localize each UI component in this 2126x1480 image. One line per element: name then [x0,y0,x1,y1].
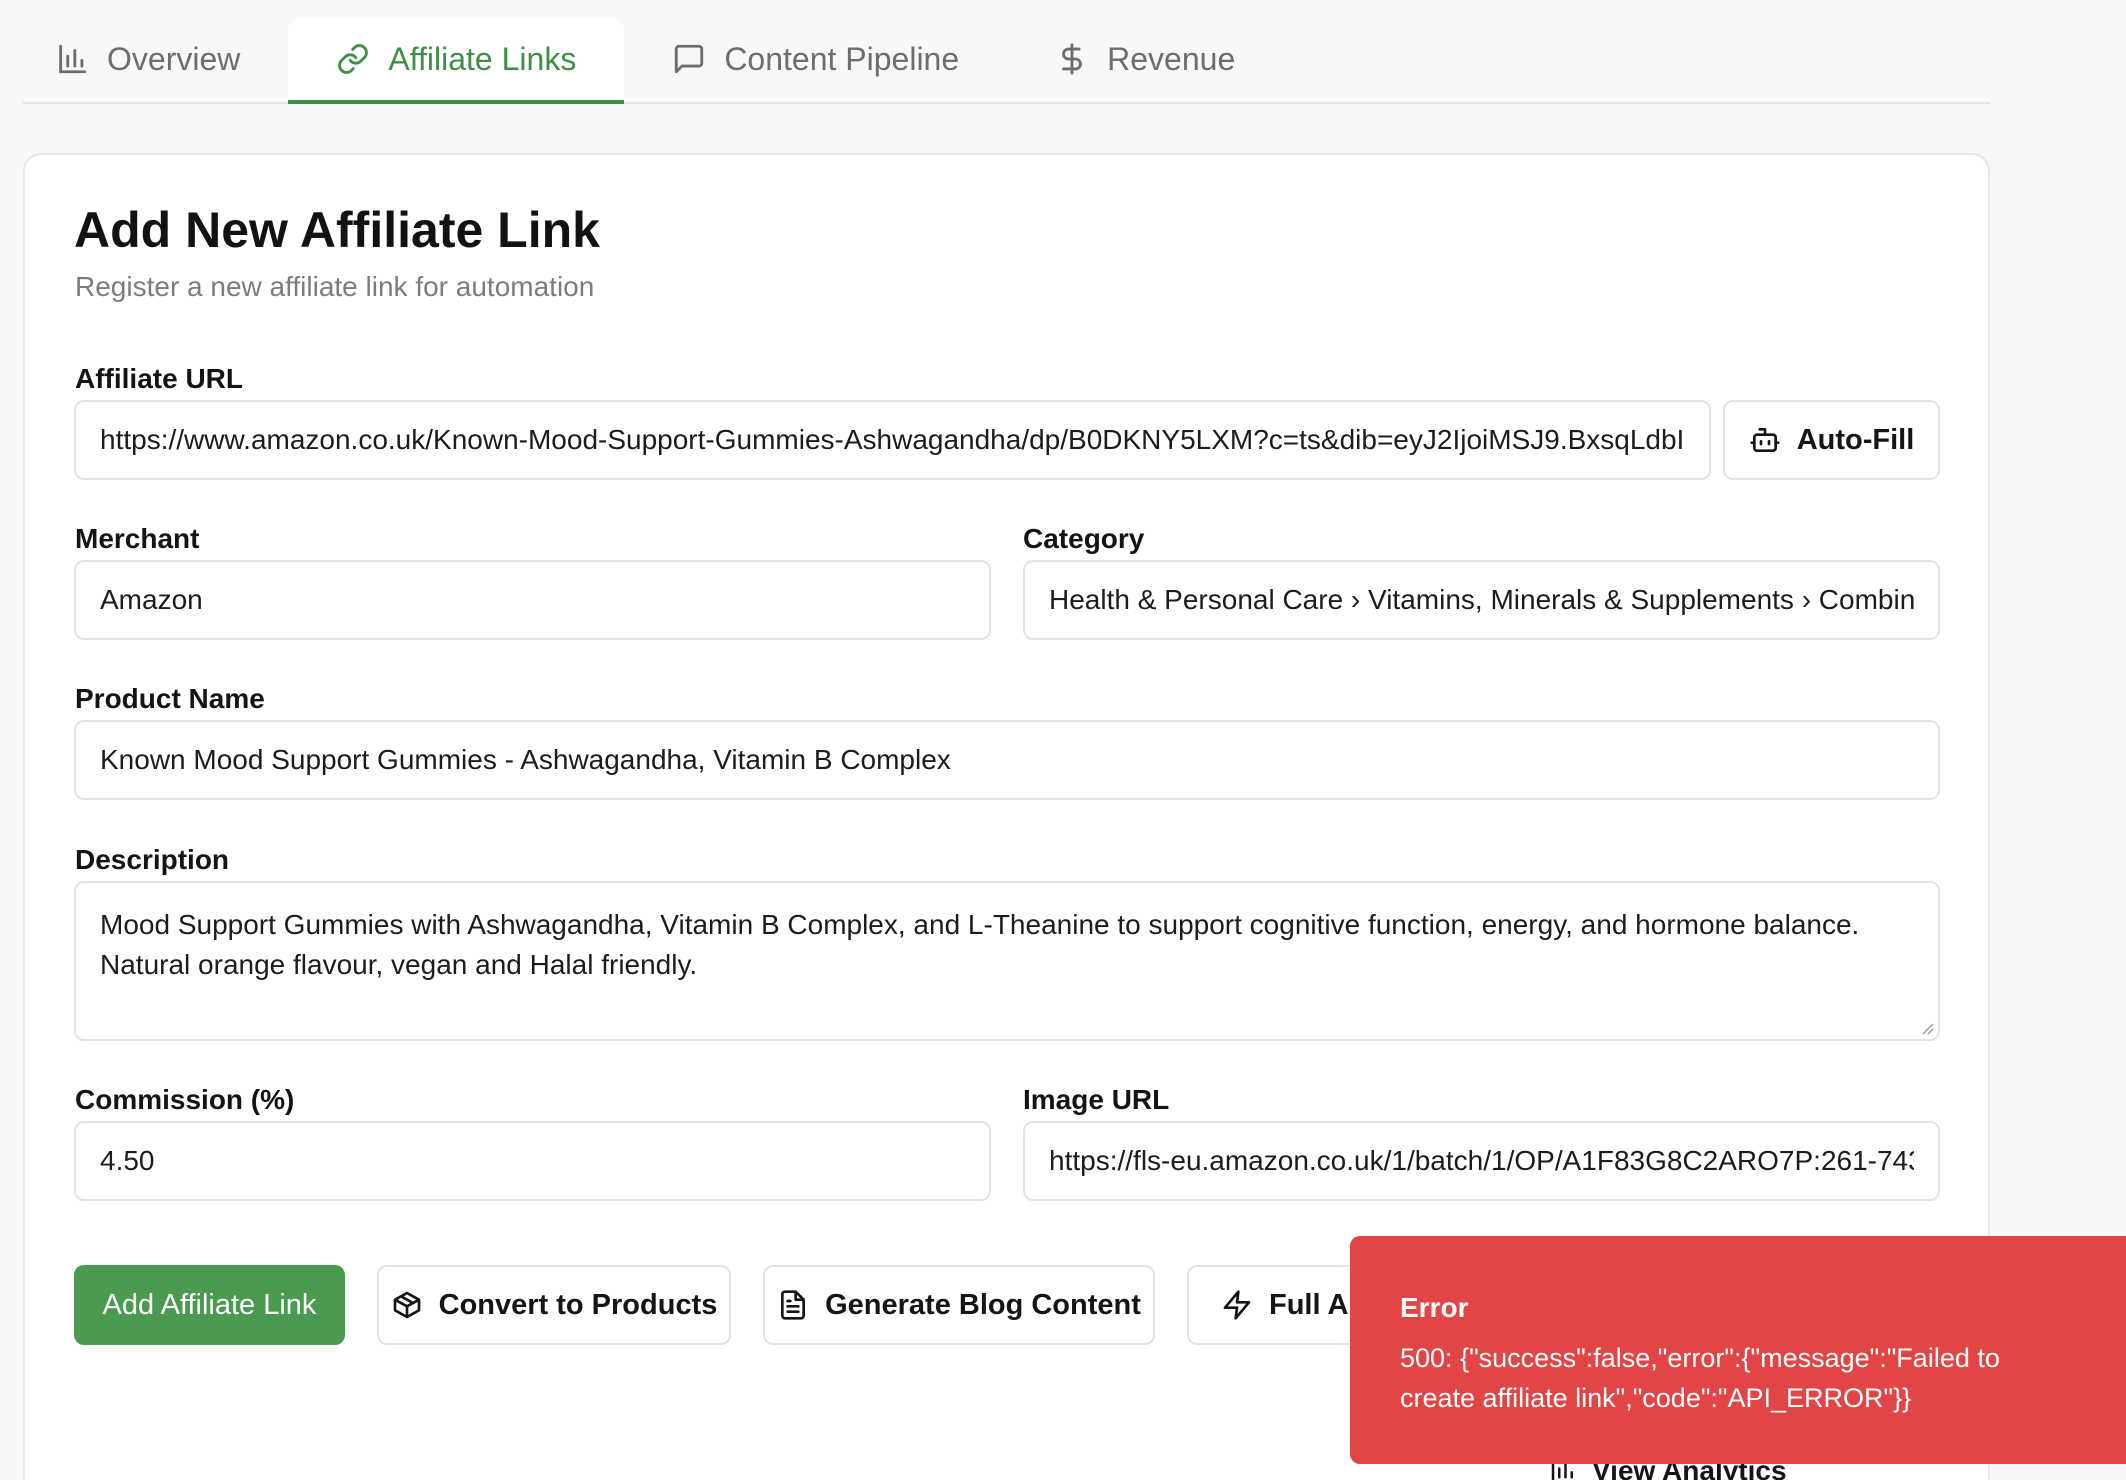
toast-message: 500: {"success":false,"error":{"message"… [1400,1343,2000,1413]
error-toast[interactable]: Error 500: {"success":false,"error":{"me… [1350,1236,2126,1464]
image-url-label: Image URL [1023,1084,1170,1115]
affiliate-url-value: https://www.amazon.co.uk/Known-Mood-Supp… [100,424,1685,455]
auto-fill-button[interactable]: Auto-Fill [1723,400,1940,480]
category-input[interactable]: Health & Personal Care › Vitamins, Miner… [1023,560,1940,640]
file-text-icon [781,1290,806,1320]
auto-fill-label: Auto-Fill [1796,423,1915,456]
convert-to-products-button[interactable]: Convert to Products [377,1265,731,1345]
bar-chart-icon [59,44,87,74]
tab-label: Affiliate Links [388,40,577,77]
message-icon [675,44,704,74]
description-textarea[interactable]: Mood Support Gummies with Ashwagandha, V… [74,881,1940,1041]
convert-to-products-label: Convert to Products [438,1288,718,1321]
affiliate-url-input[interactable]: https://www.amazon.co.uk/Known-Mood-Supp… [74,400,1711,480]
image-url-value: https://fls-eu.amazon.co.uk/1/batch/1/OP… [1049,1145,1914,1176]
zap-icon [1223,1290,1251,1320]
product-name-label: Product Name [75,683,265,714]
commission-value: 4.50 [100,1145,155,1176]
card-subtitle: Register a new affiliate link for automa… [75,271,595,302]
tab-content-pipeline[interactable]: Content Pipeline [624,18,1007,104]
commission-input[interactable]: 4.50 [74,1121,991,1201]
dollar-icon [1062,43,1082,75]
link-icon [338,44,369,74]
tab-label: Content Pipeline [724,40,960,77]
commission-label: Commission (%) [75,1084,295,1115]
tab-overview[interactable]: Overview [23,18,288,104]
description-value: Mood Support Gummies with Ashwagandha, V… [100,909,1860,980]
add-affiliate-link-button[interactable]: Add Affiliate Link [74,1265,345,1345]
generate-blog-content-button[interactable]: Generate Blog Content [763,1265,1155,1345]
tab-bar: Overview Affiliate Links Content Pipelin… [23,18,1990,104]
category-label: Category [1023,523,1145,554]
generate-blog-content-label: Generate Blog Content [825,1288,1141,1321]
category-value: Health & Personal Care › Vitamins, Miner… [1049,584,1914,615]
merchant-value: Amazon [100,584,203,615]
card-title: Add New Affiliate Link [74,202,600,258]
resize-grip-icon[interactable] [1918,1019,1934,1035]
product-name-value: Known Mood Support Gummies - Ashwagandha… [100,744,951,775]
product-name-input[interactable]: Known Mood Support Gummies - Ashwagandha… [74,720,1940,800]
description-label: Description [75,844,230,875]
tab-label: Overview [107,40,241,77]
add-affiliate-link-label: Add Affiliate Link [102,1288,317,1321]
image-url-input[interactable]: https://fls-eu.amazon.co.uk/1/batch/1/OP… [1023,1121,1940,1201]
bot-icon [1750,428,1780,452]
merchant-label: Merchant [75,523,200,554]
tab-affiliate-links[interactable]: Affiliate Links [288,18,625,104]
tab-label: Revenue [1107,40,1236,77]
affiliate-url-label: Affiliate URL [75,363,243,394]
package-icon [393,1291,420,1319]
tab-revenue[interactable]: Revenue [1007,18,1283,104]
toast-title: Error [1400,1292,1469,1323]
merchant-input[interactable]: Amazon [74,560,991,640]
